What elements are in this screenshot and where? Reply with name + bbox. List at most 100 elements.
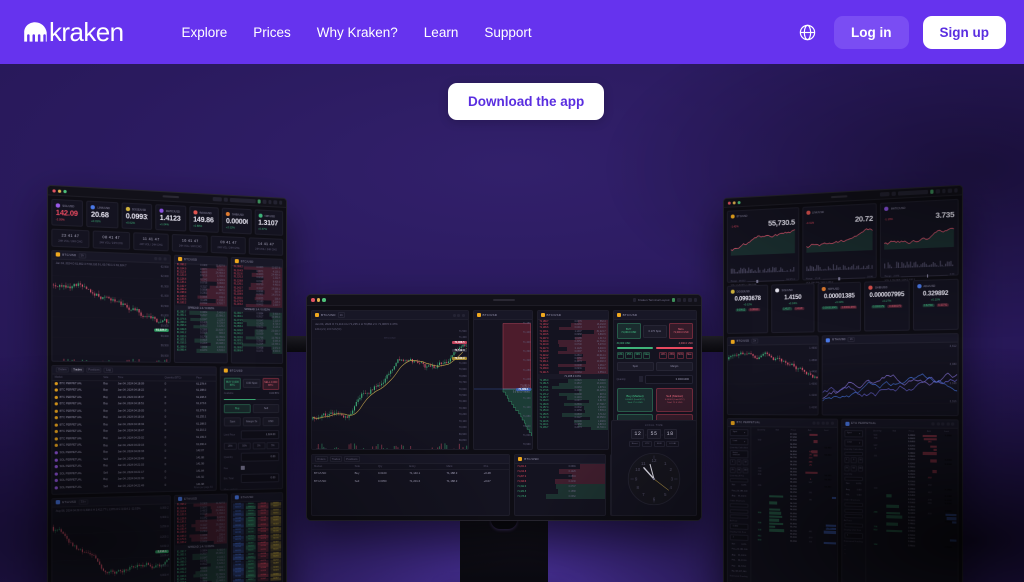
spot-market-tab[interactable]: Spot (616, 361, 654, 371)
ladder-right-rows[interactable]: Quantity Bid Price Ask Last 521 3.4800 3.4800 75… (867, 428, 958, 582)
spot-tab[interactable]: 0.00 Spot (243, 378, 261, 388)
toolbar-pill[interactable] (212, 197, 222, 202)
range-track[interactable] (822, 276, 866, 280)
nav-link-support[interactable]: Support (484, 25, 531, 40)
ticker-card[interactable]: LINK/USD 20.68 +0.31% (86, 200, 119, 229)
quantity-preset[interactable]: 100 (857, 464, 864, 472)
quantity-preset-row[interactable]: 25 50 100 (843, 464, 864, 472)
panel-tools[interactable] (154, 256, 167, 261)
mini-market-card[interactable]: DOGE/USD 0.0993678 +0.12% 0.09912 0.09910 (726, 284, 769, 334)
quantity-preset[interactable]: 10 (857, 457, 864, 464)
search-icon[interactable] (632, 298, 637, 302)
table-row[interactable]: BTC/USD Buy 0.0100 71,140.1 71,188.3 +0.48 (312, 470, 509, 477)
mini-market-card[interactable]: ADA/USD 0.329892 +0.10% 0.32794 0.32791 (912, 278, 959, 331)
nav-link-why-kraken[interactable]: Why Kraken? (317, 25, 398, 40)
orderbook-ladder-2[interactable]: 61,098.2 0.1903 11,627.9 61,104.9 0.0671 4,10… (231, 265, 283, 364)
quantity-stepper[interactable] (638, 375, 643, 383)
buy-percent-button[interactable]: 50% (634, 351, 642, 359)
buy-sell-tabs[interactable]: BUY 0.000 BTC 0.00 Spot SELL 0.000 BTC (221, 375, 282, 391)
ticker-card[interactable]: SOL/USD 142.09 -2.09% (51, 198, 84, 227)
order-type-select[interactable]: Spot ▾ (843, 430, 864, 438)
nav-link-prices[interactable]: Prices (253, 25, 291, 40)
workspace-selector[interactable] (897, 190, 928, 196)
nav-link-explore[interactable]: Explore (181, 25, 227, 40)
toolbar-pill[interactable] (879, 192, 890, 197)
window-controls[interactable] (311, 298, 326, 302)
orderbook-bid-row[interactable]: 60,999.4 0.1071 6,533.0 (232, 350, 283, 354)
search-icon[interactable] (891, 191, 896, 196)
side-toggle[interactable]: Buy Sell (221, 402, 282, 415)
window-drag-handle[interactable] (162, 195, 180, 199)
watchlist-rows[interactable]: 71,221.4 0.0391 71,214.8 0.1226 71,207.2 0.05… (515, 464, 605, 515)
order-shortcut[interactable] (843, 508, 864, 513)
globe-icon[interactable] (794, 19, 820, 45)
orderbook-bid-row[interactable]: 71,136.7 0.2073 14,746.1 (538, 426, 608, 431)
menu-icon[interactable] (953, 188, 958, 193)
ladder-right[interactable]: Spot ▾ Limit ▾ Quantity Calculator 1 5 10 25 50 10… (841, 427, 958, 582)
mini-market-card[interactable]: SHIB/USD 0.000007995 +0.27% 0.0000079 0.0000… (864, 280, 910, 332)
trades-table[interactable]: Market Side Time Quantity (BTC) Price BTC PE… (52, 374, 216, 492)
ticker-card[interactable]: MATIC/USD 1.4123 +1.04% (155, 204, 186, 232)
sell-slider[interactable] (656, 347, 693, 349)
spot-tab[interactable]: 0.170 Spot (642, 324, 667, 338)
quantity-input[interactable]: Enter amount (729, 449, 749, 458)
window-controls[interactable] (52, 188, 67, 193)
window-drag-handle[interactable] (830, 195, 848, 199)
sell-percent-button[interactable]: 50% (676, 351, 685, 359)
search-icon[interactable] (223, 197, 228, 202)
panel-tools[interactable] (811, 421, 834, 425)
buy-percent-button[interactable]: 10% (616, 351, 624, 359)
time-in-force-select[interactable]: Limit ▾ (843, 438, 864, 447)
nav-link-learn[interactable]: Learn (424, 25, 459, 40)
ticker-card[interactable]: DOGE/USD 0.0993118 +0.62% (121, 202, 153, 230)
sell-tab[interactable]: SELL 0.000 BTC (262, 377, 280, 390)
kraken-logo[interactable]: kraken (22, 16, 124, 48)
clock-button-utc[interactable]: UTC (641, 441, 653, 447)
quantity-preset-row[interactable]: 25 50 100 (729, 466, 749, 474)
sell-tab[interactable]: SELL 71,000.0 USD (668, 323, 693, 339)
ladder-left-controls[interactable]: Spot ▾ Limit ▾ Quantity Calculator Enter amou… (727, 427, 752, 582)
market-card[interactable]: MATIC/USD-1.18%3.735Range2.8743.94VOL 1,… (880, 198, 959, 282)
quantity-input[interactable]: 0.00001000 (644, 374, 693, 384)
ladder-left-rows[interactable]: Quantity Bid Price Ask Last 57,100 57,050 542 57… (751, 427, 836, 582)
buy-tab[interactable]: BUY 71,000.0 USD (616, 323, 641, 339)
side-sell-button[interactable]: Sell (252, 404, 280, 414)
sell-percent-buttons[interactable]: 10% 25% 50% Max (656, 351, 696, 360)
quantity-preset[interactable]: 5 (850, 457, 857, 464)
panel-tools[interactable] (931, 422, 955, 426)
more-options-label[interactable]: More options (224, 488, 238, 490)
settings-icon[interactable] (935, 189, 940, 194)
order-shortcut[interactable] (843, 502, 864, 508)
eth-orderbook-ladder[interactable]: 61,098.2 0.1903 11,627.9 61,104.9 0.0671 4,10… (174, 502, 227, 582)
close-icon[interactable] (727, 201, 731, 205)
clock-button-local[interactable]: LOCAL (666, 441, 680, 447)
workspace-title[interactable]: Kraken Terminal Layout (638, 298, 669, 302)
market-card[interactable]: LINK/USD-0.41%20.72Range17.0824.96VOL 20… (801, 203, 878, 284)
minimize-icon[interactable] (57, 189, 62, 193)
minimize-icon[interactable] (316, 298, 320, 302)
buy-slider[interactable] (616, 347, 654, 349)
mini-market-card[interactable]: XRP/USD 0.00001385 +0.19% 0.000013845 0.0000… (817, 281, 862, 333)
at-price-field[interactable] (843, 523, 864, 528)
percent-button[interactable]: 50% (238, 442, 251, 450)
close-icon[interactable] (52, 188, 56, 193)
sign-up-button[interactable]: Sign up (922, 15, 1006, 49)
buy-percent-button[interactable]: 25% (625, 351, 633, 359)
notifications-icon[interactable] (267, 200, 272, 204)
quantity-row[interactable]: Quantity 0.00001000 (614, 373, 696, 386)
clock-button-reset[interactable]: Reset (628, 441, 641, 447)
fee-checkbox[interactable] (240, 465, 245, 470)
margin-market-tab[interactable]: Margin (655, 361, 693, 371)
positions-table[interactable]: Market Side Qty Entry Mark PnL BTC/USD Buy 0.01… (312, 464, 510, 485)
display-unit-field[interactable]: 1 (729, 534, 749, 541)
time-in-force-select[interactable]: Limit ▾ (729, 437, 749, 445)
center-chart-interval[interactable]: 1h (337, 312, 345, 318)
sell-percent-button[interactable]: 25% (668, 351, 676, 359)
account-icon[interactable] (947, 188, 952, 193)
quantity-preset[interactable]: 100 (742, 466, 749, 474)
trades-tab-trades[interactable]: Trades (70, 366, 84, 373)
positions-tab-positions[interactable]: Positions (344, 456, 360, 462)
account-icon[interactable] (273, 200, 277, 205)
orderbook-bid-row[interactable]: 60,999.4 0.1071 6,533.0 (175, 349, 227, 354)
orderbook-ladder[interactable]: 61,098.2 0.1903 11,627.9 61,104.9 0.0671 4,10… (174, 263, 227, 362)
